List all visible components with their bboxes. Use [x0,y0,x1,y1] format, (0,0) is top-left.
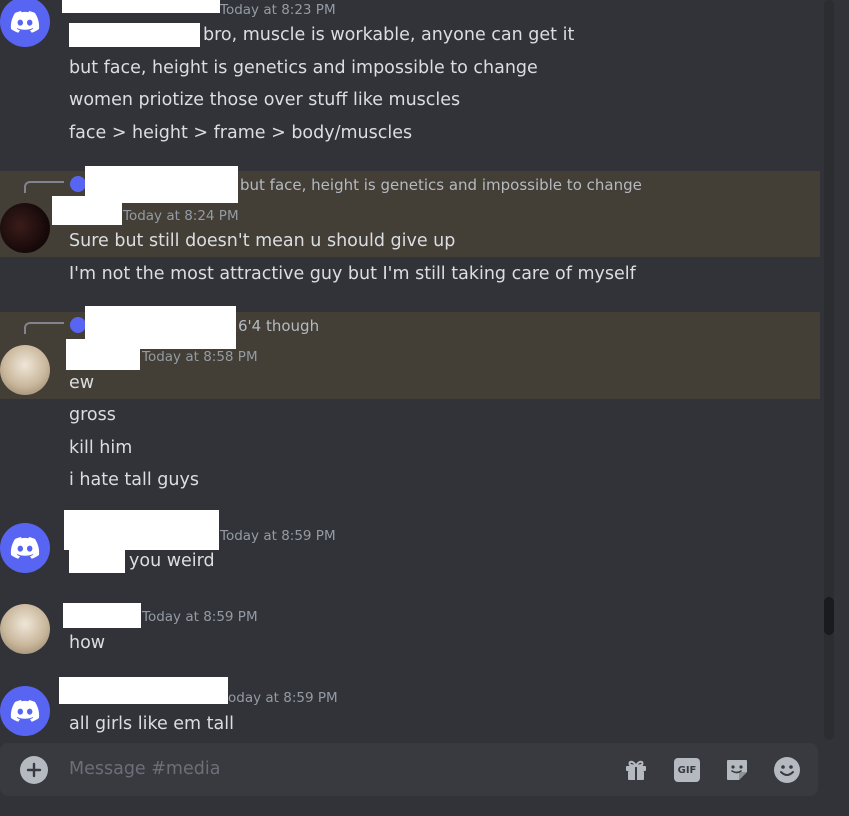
avatar[interactable] [0,686,50,736]
gift-button[interactable] [622,756,650,784]
mention-redacted[interactable] [69,549,125,573]
message-text: women priotize those over stuff like mus… [69,90,461,110]
gif-icon: GIF [674,758,700,782]
message-text: I'm not the most attractive guy but I'm … [69,264,636,284]
add-attachment-button[interactable] [20,756,48,784]
message-timestamp: Today at 8:59 PM [220,528,336,544]
message-text: all girls like em tall [69,714,234,734]
sticker-button[interactable] [723,756,751,784]
reply-preview[interactable]: 6'4 though [238,317,319,335]
gif-button[interactable]: GIF [673,756,701,784]
discord-logo-icon [10,700,40,722]
avatar[interactable] [0,203,50,253]
message-composer: Message #media GIF [0,743,818,796]
discord-logo-icon [10,537,40,559]
scrollbar-thumb[interactable] [824,597,834,635]
username-redacted[interactable] [52,196,122,225]
username-redacted[interactable] [66,339,140,370]
message-timestamp: Today at 8:23 PM [220,2,336,18]
avatar[interactable] [0,523,50,573]
emoji-button[interactable] [773,756,801,784]
username-redacted[interactable] [62,0,220,13]
message-text: face > height > frame > body/muscles [69,123,413,143]
plus-icon [26,762,42,778]
message-timestamp: Today at 8:58 PM [142,349,258,365]
sticker-icon [727,760,747,780]
message-text: Sure but still doesn't mean u should giv… [69,231,456,251]
message-text: kill him [69,438,133,458]
reply-avatar-icon [70,176,86,192]
message-timestamp: Today at 8:59 PM [142,609,258,625]
message-timestamp: oday at 8:59 PM [228,690,338,706]
discord-logo-icon [10,11,40,33]
emoji-icon [774,757,800,783]
message-text: bro, muscle is workable, anyone can get … [203,25,575,45]
message-text: how [69,633,106,653]
message-text: gross [69,405,116,425]
message-text: ew [69,373,95,393]
username-redacted[interactable] [63,603,141,628]
message-input[interactable]: Message #media [69,759,220,779]
username-redacted[interactable] [64,510,219,550]
reply-connector [24,181,64,193]
mention-redacted[interactable] [69,23,200,47]
reply-connector [24,322,64,334]
username-redacted[interactable] [59,677,228,704]
message-text: you weird [129,551,215,571]
message-timestamp: Today at 8:24 PM [123,208,239,224]
avatar[interactable] [0,0,50,47]
message-list: Today at 8:23 PM bro, muscle is workable… [0,0,820,740]
message-text: i hate tall guys [69,470,199,490]
reply-preview[interactable]: but face, height is genetics and impossi… [240,176,642,194]
avatar[interactable] [0,604,50,654]
avatar[interactable] [0,345,50,395]
reply-avatar-icon [70,317,86,333]
gif-label: GIF [677,764,697,776]
message-text: but face, height is genetics and impossi… [69,58,538,78]
gift-icon [626,760,646,780]
